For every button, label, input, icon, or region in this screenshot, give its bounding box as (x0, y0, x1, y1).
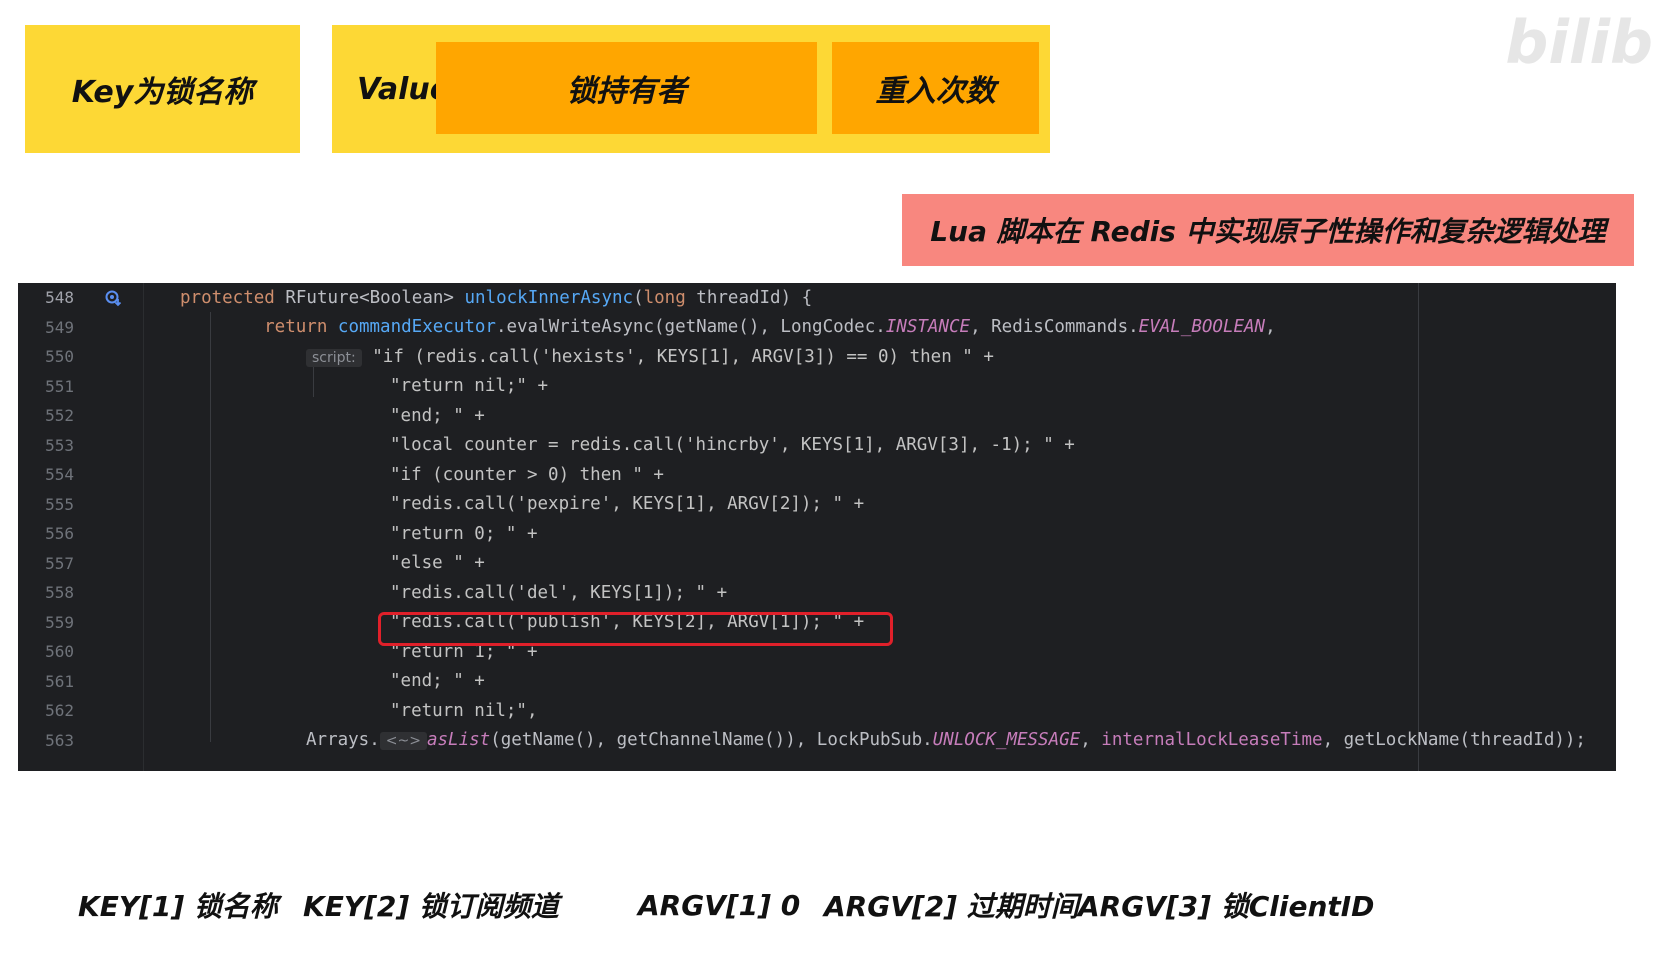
code-text: "return 0; " + (390, 524, 538, 544)
line-number: 562 (45, 701, 74, 721)
lock-holder-box: 锁持有者 (436, 42, 817, 134)
line-number: 554 (45, 465, 74, 485)
code-token: return (222, 317, 338, 338)
code-token: commandExecutor (337, 317, 496, 338)
override-lens-icon[interactable] (104, 289, 124, 307)
lua-banner: Lua 脚本在 Redis 中实现原子性操作和复杂逻辑处理 (902, 194, 1634, 266)
code-line[interactable]: 558 "redis.call('del', KEYS[1]); " + (18, 578, 1616, 608)
code-line[interactable]: 549 return commandExecutor.evalWriteAsyn… (18, 313, 1616, 343)
code-token: internalLockLeaseTime (1101, 730, 1323, 751)
code-token: , RedisCommands. (970, 317, 1139, 338)
code-token: "redis.call('pexpire', KEYS[1], ARGV[2])… (390, 494, 865, 515)
code-token: Arrays. (306, 730, 380, 751)
code-token: "end; " + (390, 671, 485, 692)
line-number: 549 (45, 317, 74, 337)
legend-argv2: ARGV[2] 过期时间 (824, 890, 1079, 923)
code-text: script: "if (redis.call('hexists', KEYS[… (306, 347, 994, 367)
code-token: "else " + (390, 553, 485, 574)
code-token: , (1080, 730, 1102, 751)
code-line[interactable]: 555 "redis.call('pexpire', KEYS[1], ARGV[… (18, 490, 1616, 520)
key-label: Key为锁名称 (71, 75, 254, 110)
code-line[interactable]: 554 "if (counter > 0) then " + (18, 460, 1616, 490)
code-token: , getLockName(threadId)); (1322, 730, 1586, 751)
code-token: "return 0; " + (390, 523, 538, 544)
line-number: 563 (45, 730, 74, 750)
line-number: 557 (45, 553, 74, 573)
line-number: 552 (45, 406, 74, 426)
line-number: 556 (45, 524, 74, 544)
code-line[interactable]: 552 "end; " + (18, 401, 1616, 431)
code-text: "redis.call('pexpire', KEYS[1], ARGV[2])… (390, 494, 864, 514)
code-text: "local counter = redis.call('hincrby', K… (390, 435, 1075, 455)
code-line[interactable]: 556 "return 0; " + (18, 519, 1616, 549)
code-line[interactable]: 557 "else " + (18, 549, 1616, 579)
code-token: "return nil;", (390, 700, 538, 721)
code-token: protected (180, 287, 286, 308)
line-number: 558 (45, 583, 74, 603)
reentry-count-box: 重入次数 (832, 42, 1039, 134)
code-text: "end; " + (390, 406, 485, 426)
legend-argv3: ARGV[3] 锁ClientID (1078, 890, 1375, 923)
code-text: return commandExecutor.evalWriteAsync(ge… (222, 317, 1276, 337)
code-token: long (643, 287, 697, 308)
line-number: 560 (45, 642, 74, 662)
code-text: Arrays. <~> asList(getName(), getChannelNa… (306, 730, 1586, 751)
code-token: threadId) { (696, 287, 813, 308)
code-token: .evalWriteAsync(getName(), LongCodec. (495, 317, 886, 338)
code-token: "redis.call('del', KEYS[1]); " + (390, 582, 728, 603)
code-text: "redis.call('del', KEYS[1]); " + (390, 583, 727, 603)
code-line[interactable]: 548 protected RFuture<Boolean> unlockInne… (18, 283, 1616, 313)
code-line[interactable]: 562 "return nil;", (18, 696, 1616, 726)
watermark-logo: bilib (1423, 8, 1653, 78)
code-text: "return nil;", (390, 701, 538, 721)
code-token: "return nil;" + (390, 376, 549, 397)
code-line[interactable]: 553 "local counter = redis.call('hincrby'… (18, 431, 1616, 461)
code-token: , (1265, 317, 1276, 338)
code-text: protected RFuture<Boolean> unlockInnerAs… (180, 288, 812, 308)
code-editor[interactable]: 548 protected RFuture<Boolean> unlockInne… (18, 283, 1616, 771)
legend-key2: KEY[2] 锁订阅频道 (303, 890, 559, 923)
code-token: INSTANCE (885, 317, 971, 338)
reentry-count-label: 重入次数 (875, 74, 996, 109)
lua-banner-text: Lua 脚本在 Redis 中实现原子性操作和复杂逻辑处理 (930, 215, 1606, 248)
code-text: "else " + (390, 553, 485, 573)
line-number: 548 (45, 288, 74, 308)
line-number: 559 (45, 612, 74, 632)
code-token: (getName(), getChannelName()), LockPubSu… (490, 730, 933, 751)
code-token: unlockInnerAsync (464, 287, 634, 308)
code-text: "if (counter > 0) then " + (390, 465, 664, 485)
line-number: 553 (45, 435, 74, 455)
code-token: UNLOCK_MESSAGE (932, 730, 1081, 751)
code-token: RFuture<Boolean> (285, 287, 465, 308)
code-token: EVAL_BOOLEAN (1138, 317, 1266, 338)
watermark-text: bilib (1505, 8, 1653, 78)
code-text: "return nil;" + (390, 376, 548, 396)
code-token: "local counter = redis.call('hincrby', K… (390, 435, 1075, 456)
code-token: "if (redis.call('hexists', KEYS[1], ARGV… (361, 346, 994, 367)
code-token: "if (counter > 0) then " + (390, 464, 664, 485)
code-token: asList (426, 730, 491, 751)
line-number: 561 (45, 671, 74, 691)
line-number: 551 (45, 376, 74, 396)
code-line[interactable]: 551 "return nil;" + (18, 372, 1616, 402)
line-number: 555 (45, 494, 74, 514)
code-token: "end; " + (390, 405, 485, 426)
legend-argv1: ARGV[1] 0 (638, 888, 801, 922)
lock-holder-label: 锁持有者 (566, 74, 687, 109)
code-line[interactable]: 550 script: "if (redis.call('hexists', KE… (18, 342, 1616, 372)
line-number: 550 (45, 347, 74, 367)
legend-key1: KEY[1] 锁名称 (78, 890, 278, 923)
code-line[interactable]: 561 "end; " + (18, 667, 1616, 697)
code-token: ( (633, 287, 644, 308)
code-line[interactable]: 563 Arrays. <~> asList(getName(), getChanne… (18, 726, 1616, 756)
publish-line-highlight (378, 612, 893, 646)
inlay-hint: script: (306, 348, 362, 367)
key-label-box: Key为锁名称 (25, 25, 300, 153)
inlay-hint: <~> (379, 732, 427, 751)
code-text: "end; " + (390, 671, 485, 691)
